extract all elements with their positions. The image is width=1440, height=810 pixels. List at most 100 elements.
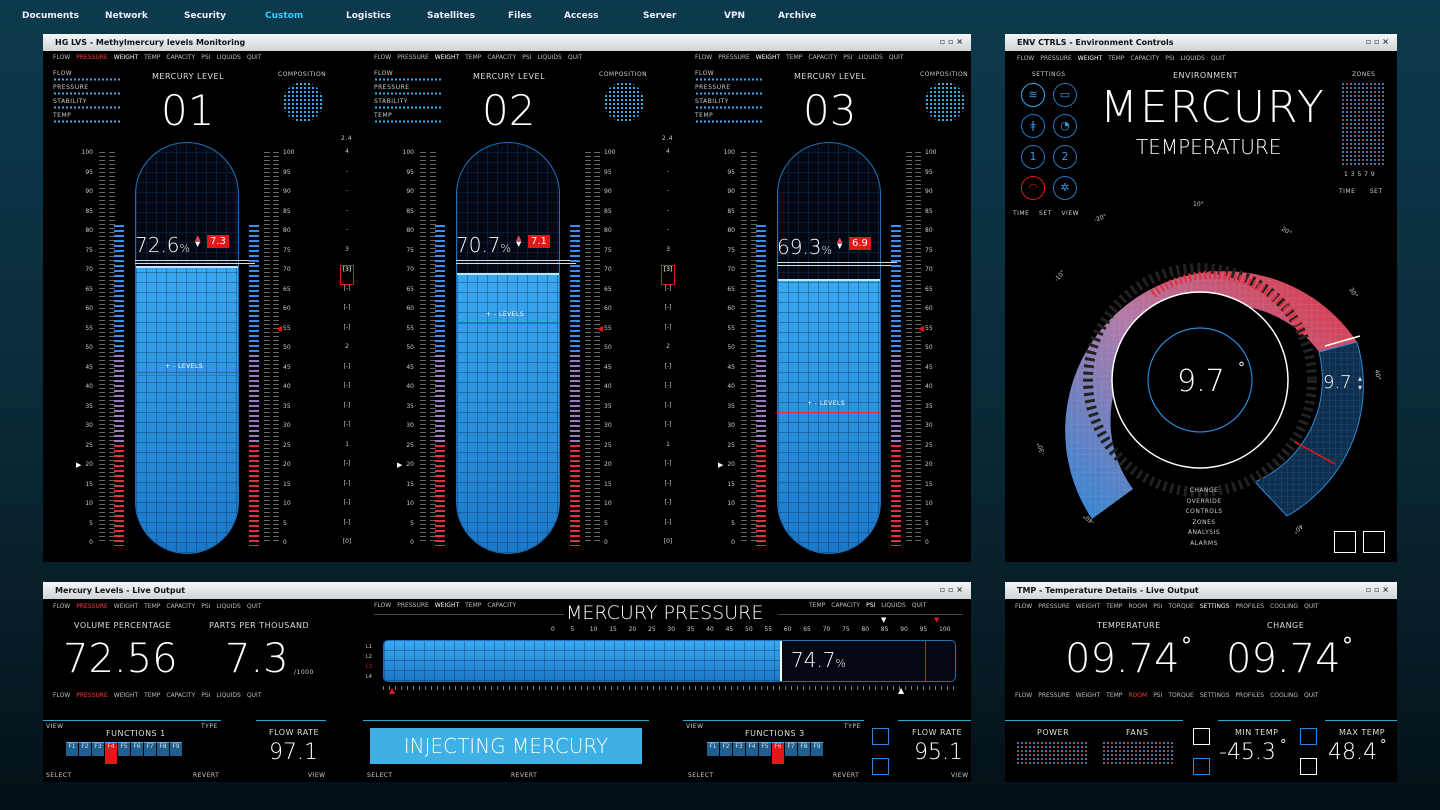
revert-button[interactable]: REVERT <box>193 772 219 779</box>
menu-temp[interactable]: TEMP <box>1106 603 1122 610</box>
menu-temp[interactable]: TEMP <box>1106 692 1122 699</box>
menu-liquids[interactable]: LIQUIDS <box>216 603 240 610</box>
menu-psi[interactable]: PSI <box>1153 603 1162 610</box>
window-controls[interactable]: ▫ ▫ × <box>1366 585 1389 594</box>
menu-temp[interactable]: TEMP <box>465 54 481 61</box>
menu-psi[interactable]: PSI <box>201 603 210 610</box>
function-key[interactable]: F2 <box>79 742 91 756</box>
rotate-button[interactable] <box>1193 728 1210 745</box>
menu-weight[interactable]: WEIGHT <box>114 603 138 610</box>
menu-psi[interactable]: PSI <box>522 54 531 61</box>
title-bar[interactable]: Mercury Levels - Live Output ▫ ▫ × <box>43 582 971 599</box>
menu-pressure[interactable]: PRESSURE <box>397 54 429 61</box>
chart-button[interactable] <box>1300 728 1317 745</box>
menu-quit[interactable]: QUIT <box>889 54 904 61</box>
menu-settings[interactable]: SETTINGS <box>1200 692 1230 699</box>
menu-liquids[interactable]: LIQUIDS <box>216 54 240 61</box>
menu-cooling[interactable]: COOLING <box>1270 603 1298 610</box>
function-key[interactable]: F6 <box>772 742 784 764</box>
menu-torque[interactable]: TORQUE <box>1168 603 1193 610</box>
menu-capacity[interactable]: CAPACITY <box>487 54 516 61</box>
nav-files[interactable]: Files <box>508 11 532 21</box>
menu-change[interactable]: CHANGE <box>1181 486 1227 497</box>
menu-alarms[interactable]: ALARMS <box>1181 539 1227 550</box>
menu-torque[interactable]: TORQUE <box>1168 692 1193 699</box>
nav-custom[interactable]: Custom <box>265 11 303 21</box>
menu-pressure[interactable]: PRESSURE <box>76 54 108 61</box>
revert-button[interactable]: REVERT <box>833 772 859 779</box>
composition-dots[interactable] <box>604 82 644 122</box>
mercury-tube[interactable] <box>777 142 881 554</box>
function-key[interactable]: F5 <box>759 742 771 756</box>
menu-weight[interactable]: WEIGHT <box>756 54 780 61</box>
mercury-tube[interactable] <box>135 142 239 554</box>
export-button[interactable] <box>1334 531 1356 553</box>
menu-flow[interactable]: FLOW <box>53 603 70 610</box>
nav-satellites[interactable]: Satellites <box>427 11 475 21</box>
menu-flow[interactable]: FLOW <box>1015 603 1032 610</box>
nav-network[interactable]: Network <box>105 11 148 21</box>
function-key[interactable]: F9 <box>170 742 182 756</box>
function-key[interactable]: F4 <box>105 742 117 764</box>
select-button[interactable]: SELECT <box>688 772 714 779</box>
function-key[interactable]: F3 <box>92 742 104 756</box>
menu-profiles[interactable]: PROFILES <box>1235 692 1264 699</box>
menu-liquids[interactable]: LIQUIDS <box>537 54 561 61</box>
menu-liquids[interactable]: LIQUIDS <box>216 692 240 699</box>
menu-pressure[interactable]: PRESSURE <box>76 603 108 610</box>
rotate-button[interactable] <box>872 758 889 775</box>
menu-analysis[interactable]: ANALYSIS <box>1181 528 1227 539</box>
menu-quit[interactable]: QUIT <box>1304 603 1319 610</box>
menu-capacity[interactable]: CAPACITY <box>487 602 516 609</box>
function-key[interactable]: F9 <box>811 742 823 756</box>
menu-weight[interactable]: WEIGHT <box>1076 603 1100 610</box>
menu-quit[interactable]: QUIT <box>1304 692 1319 699</box>
type-label[interactable]: TYPE <box>201 723 218 730</box>
temperature-dial[interactable]: -20° 10° 20° 30° 40° -10° -30° -40° 40° <box>1005 34 1397 562</box>
menu-temp[interactable]: TEMP <box>786 54 802 61</box>
menu-psi[interactable]: PSI <box>201 54 210 61</box>
menu-capacity[interactable]: CAPACITY <box>808 54 837 61</box>
menu-pressure[interactable]: PRESSURE <box>1038 603 1070 610</box>
menu-settings[interactable]: SETTINGS <box>1200 603 1230 610</box>
chart-button[interactable] <box>1193 758 1210 775</box>
nav-documents[interactable]: Documents <box>22 11 79 21</box>
menu-pressure[interactable]: PRESSURE <box>397 602 429 609</box>
menu-temp[interactable]: TEMP <box>144 692 160 699</box>
menu-quit[interactable]: QUIT <box>247 692 262 699</box>
level-stepper[interactable]: ▲ ▼ <box>195 235 200 248</box>
function-key[interactable]: F1 <box>707 742 719 756</box>
menu-capacity[interactable]: CAPACITY <box>166 603 195 610</box>
menu-temp[interactable]: TEMP <box>144 54 160 61</box>
menu-weight[interactable]: WEIGHT <box>1076 692 1100 699</box>
menu-psi[interactable]: PSI <box>201 692 210 699</box>
view-label[interactable]: VIEW <box>686 723 704 730</box>
composition-dots[interactable] <box>925 82 965 122</box>
menu-weight[interactable]: WEIGHT <box>114 692 138 699</box>
function-key[interactable]: F8 <box>798 742 810 756</box>
menu-pressure[interactable]: PRESSURE <box>718 54 750 61</box>
function-key[interactable]: F5 <box>118 742 130 756</box>
menu-liquids[interactable]: LIQUIDS <box>881 602 905 609</box>
layout-button[interactable] <box>1363 531 1385 553</box>
rotate-button[interactable] <box>1300 758 1317 775</box>
function-key[interactable]: F4 <box>746 742 758 756</box>
function-key[interactable]: F3 <box>733 742 745 756</box>
menu-flow[interactable]: FLOW <box>374 54 391 61</box>
menu-flow[interactable]: FLOW <box>374 602 391 609</box>
title-bar[interactable]: TMP - Temperature Details - Live Output ▫… <box>1005 582 1397 599</box>
menu-flow[interactable]: FLOW <box>1015 692 1032 699</box>
menu-psi[interactable]: PSI <box>1153 692 1162 699</box>
inject-mercury-button[interactable]: INJECTING MERCURY <box>370 728 642 764</box>
menu-temp[interactable]: TEMP <box>809 602 825 609</box>
menu-capacity[interactable]: CAPACITY <box>166 54 195 61</box>
select-button[interactable]: SELECT <box>367 772 393 779</box>
view-label[interactable]: VIEW <box>46 723 64 730</box>
nav-logistics[interactable]: Logistics <box>346 11 391 21</box>
type-label[interactable]: TYPE <box>844 723 861 730</box>
menu-psi[interactable]: PSI <box>843 54 852 61</box>
view-button[interactable]: VIEW <box>951 772 969 779</box>
menu-temp[interactable]: TEMP <box>465 602 481 609</box>
view-button[interactable]: VIEW <box>308 772 326 779</box>
function-key[interactable]: F7 <box>144 742 156 756</box>
